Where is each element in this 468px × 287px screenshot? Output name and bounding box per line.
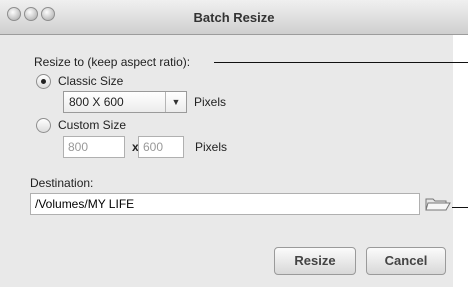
batch-resize-window: Batch Resize Resize to (keep aspect rati… bbox=[0, 0, 468, 287]
custom-size-radio[interactable] bbox=[36, 118, 51, 133]
callout-line-2 bbox=[452, 207, 468, 208]
title-bar: Batch Resize bbox=[0, 0, 468, 35]
classic-size-radio[interactable] bbox=[36, 74, 51, 89]
classic-size-unit: Pixels bbox=[194, 95, 227, 109]
folder-icon[interactable] bbox=[424, 195, 452, 213]
custom-size-unit: Pixels bbox=[195, 140, 228, 154]
window-title: Batch Resize bbox=[193, 10, 275, 25]
chevron-down-icon: ▼ bbox=[165, 92, 186, 112]
classic-size-select[interactable]: 800 X 600 ▼ bbox=[63, 91, 187, 113]
destination-path-field[interactable]: /Volumes/MY LIFE bbox=[30, 193, 420, 215]
custom-width-field[interactable]: 800 bbox=[63, 136, 125, 158]
callout-line bbox=[214, 62, 468, 63]
cancel-button[interactable]: Cancel bbox=[366, 247, 446, 275]
custom-size-label: Custom Size bbox=[58, 118, 127, 132]
custom-height-field[interactable]: 600 bbox=[138, 136, 184, 158]
resize-button[interactable]: Resize bbox=[274, 247, 356, 275]
classic-size-label: Classic Size bbox=[58, 74, 124, 88]
classic-size-value: 800 X 600 bbox=[69, 95, 124, 109]
destination-label: Destination: bbox=[30, 176, 94, 190]
resize-section-label: Resize to (keep aspect ratio): bbox=[34, 55, 191, 69]
